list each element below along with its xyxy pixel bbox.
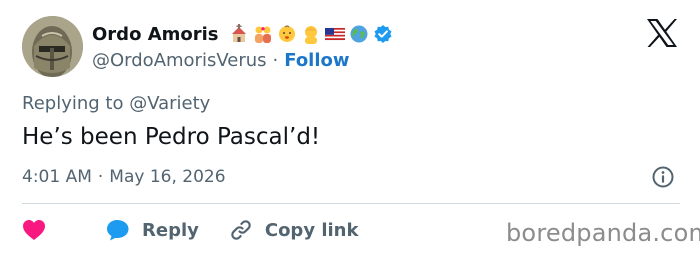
timestamp-separator: ·	[97, 167, 104, 187]
author-display-name[interactable]: Ordo Amoris	[92, 24, 219, 45]
tweet-actions: Reply Copy link	[22, 217, 388, 243]
author-handle-row: @OrdoAmorisVerus · Follow	[92, 48, 350, 72]
baby-emoji	[278, 25, 295, 42]
action-divider	[22, 203, 680, 204]
tweet-timestamp[interactable]: 4:01 AM · May 16, 2026	[22, 166, 226, 188]
reply-button[interactable]: Reply	[106, 219, 199, 241]
verified-badge-icon	[374, 25, 392, 43]
helmet-avatar-image	[22, 16, 83, 77]
family-emoji	[254, 26, 271, 43]
church-emoji	[231, 24, 246, 42]
author-handle[interactable]: @OrdoAmorisVerus	[92, 50, 267, 71]
person-emoji	[304, 26, 317, 44]
handle-separator: ·	[272, 49, 279, 71]
boredpanda-watermark: boredpanda.com	[506, 219, 700, 247]
heart-icon	[23, 220, 45, 240]
reply-bubble-icon	[107, 220, 129, 241]
follow-button[interactable]: Follow	[284, 50, 349, 71]
tweet-text: He’s been Pedro Pascal’d!	[22, 124, 321, 150]
link-icon	[231, 220, 251, 240]
reply-label: Reply	[142, 219, 199, 241]
avatar[interactable]	[22, 16, 83, 77]
tweet-date: May 16, 2026	[109, 167, 226, 187]
x-logo-icon[interactable]	[646, 18, 678, 48]
author-name-row: Ordo Amoris	[92, 21, 393, 47]
replying-to-label[interactable]: Replying to @Variety	[22, 93, 210, 114]
like-button[interactable]	[22, 219, 46, 241]
us-flag-emoji	[324, 27, 345, 41]
copy-link-label: Copy link	[264, 219, 359, 241]
profile-emoji-strip	[229, 24, 393, 44]
info-icon[interactable]	[651, 165, 675, 189]
tweet-time: 4:01 AM	[22, 167, 92, 187]
globe-emoji	[350, 25, 368, 43]
copy-link-button[interactable]: Copy link	[229, 218, 359, 242]
